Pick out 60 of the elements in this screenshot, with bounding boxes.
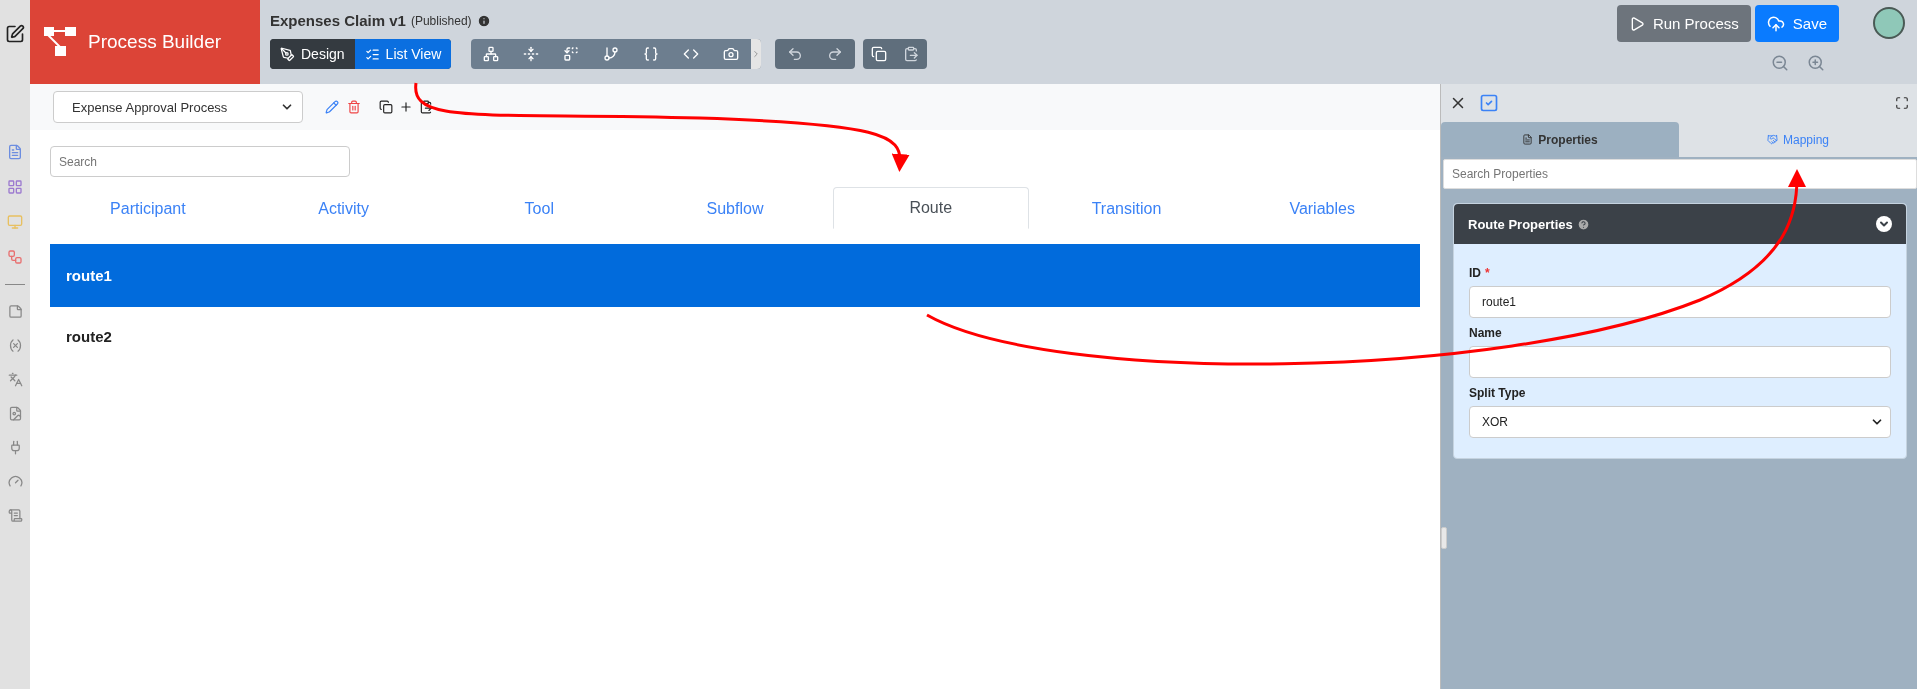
- search-field[interactable]: Search: [50, 146, 350, 177]
- replace-icon: [563, 46, 580, 62]
- info-icon[interactable]: [476, 13, 491, 28]
- resize-handle[interactable]: [1441, 527, 1447, 549]
- pen-icon: [280, 46, 295, 62]
- camera-icon: [723, 46, 740, 62]
- tab[interactable]: Route: [832, 187, 1029, 229]
- branch-icon: [603, 46, 620, 62]
- input-field[interactable]: [1469, 346, 1891, 378]
- delete-icon[interactable]: [347, 100, 361, 114]
- collapse-icon[interactable]: [1876, 216, 1892, 232]
- grid-icon[interactable]: [7, 179, 23, 195]
- select-field[interactable]: XOR: [1469, 406, 1891, 438]
- help-icon[interactable]: [1576, 217, 1590, 231]
- field-label: Name: [1469, 326, 1503, 340]
- run-button[interactable]: Run Process: [1616, 5, 1751, 42]
- section-title: Route Properties: [1468, 216, 1573, 232]
- scroll-icon[interactable]: [7, 508, 23, 523]
- edit-icon[interactable]: [5, 24, 25, 44]
- zoom-in-icon[interactable]: [1807, 54, 1825, 72]
- status-label: (Published): [410, 13, 472, 28]
- list-icon: [364, 46, 380, 62]
- undo-icon: [787, 46, 804, 62]
- search-properties-field[interactable]: Search Properties: [1443, 159, 1917, 189]
- checkbox-icon[interactable]: [1479, 93, 1499, 113]
- copy-icon[interactable]: [379, 100, 393, 114]
- add-icon[interactable]: [399, 100, 413, 114]
- sitemap-icon: [483, 46, 500, 62]
- translate-icon[interactable]: [7, 372, 23, 387]
- field-label: ID *: [1469, 266, 1491, 280]
- process-title: Expenses Claim v1: [270, 12, 406, 29]
- clipboard-icon: [903, 46, 920, 62]
- process-select[interactable]: Expense Approval Process: [53, 91, 303, 123]
- cloud-upload-icon: [1766, 14, 1785, 33]
- app-title: Process Builder: [88, 31, 222, 53]
- list-row[interactable]: route1: [50, 244, 1420, 307]
- code-icon: [683, 46, 700, 62]
- handshake-icon: [1767, 134, 1778, 145]
- document-icon[interactable]: [7, 144, 23, 160]
- logo-icon: [44, 27, 78, 57]
- gauge-icon[interactable]: [7, 474, 23, 489]
- image-file-icon[interactable]: [7, 406, 23, 421]
- zoom-out-icon[interactable]: [1771, 54, 1789, 72]
- paste-icon[interactable]: [419, 100, 433, 114]
- panel-tab[interactable]: Mapping: [1679, 122, 1917, 157]
- copy-icon: [871, 46, 888, 62]
- fullscreen-icon[interactable]: [1895, 96, 1909, 110]
- braces-icon: [643, 46, 660, 62]
- panel-tab[interactable]: Properties: [1441, 122, 1679, 157]
- avatar[interactable]: [1873, 7, 1905, 39]
- document-icon: [1522, 134, 1534, 145]
- field-label: Split Type: [1469, 386, 1527, 400]
- variable-icon[interactable]: [7, 338, 23, 353]
- redo-icon: [827, 46, 844, 62]
- note-icon[interactable]: [7, 304, 23, 319]
- input-field[interactable]: route1: [1469, 286, 1891, 318]
- save-button[interactable]: Save: [1754, 5, 1839, 42]
- workflow-icon[interactable]: [7, 249, 23, 265]
- fold-icon: [523, 46, 540, 62]
- view-toggle[interactable]: List View: [354, 39, 452, 69]
